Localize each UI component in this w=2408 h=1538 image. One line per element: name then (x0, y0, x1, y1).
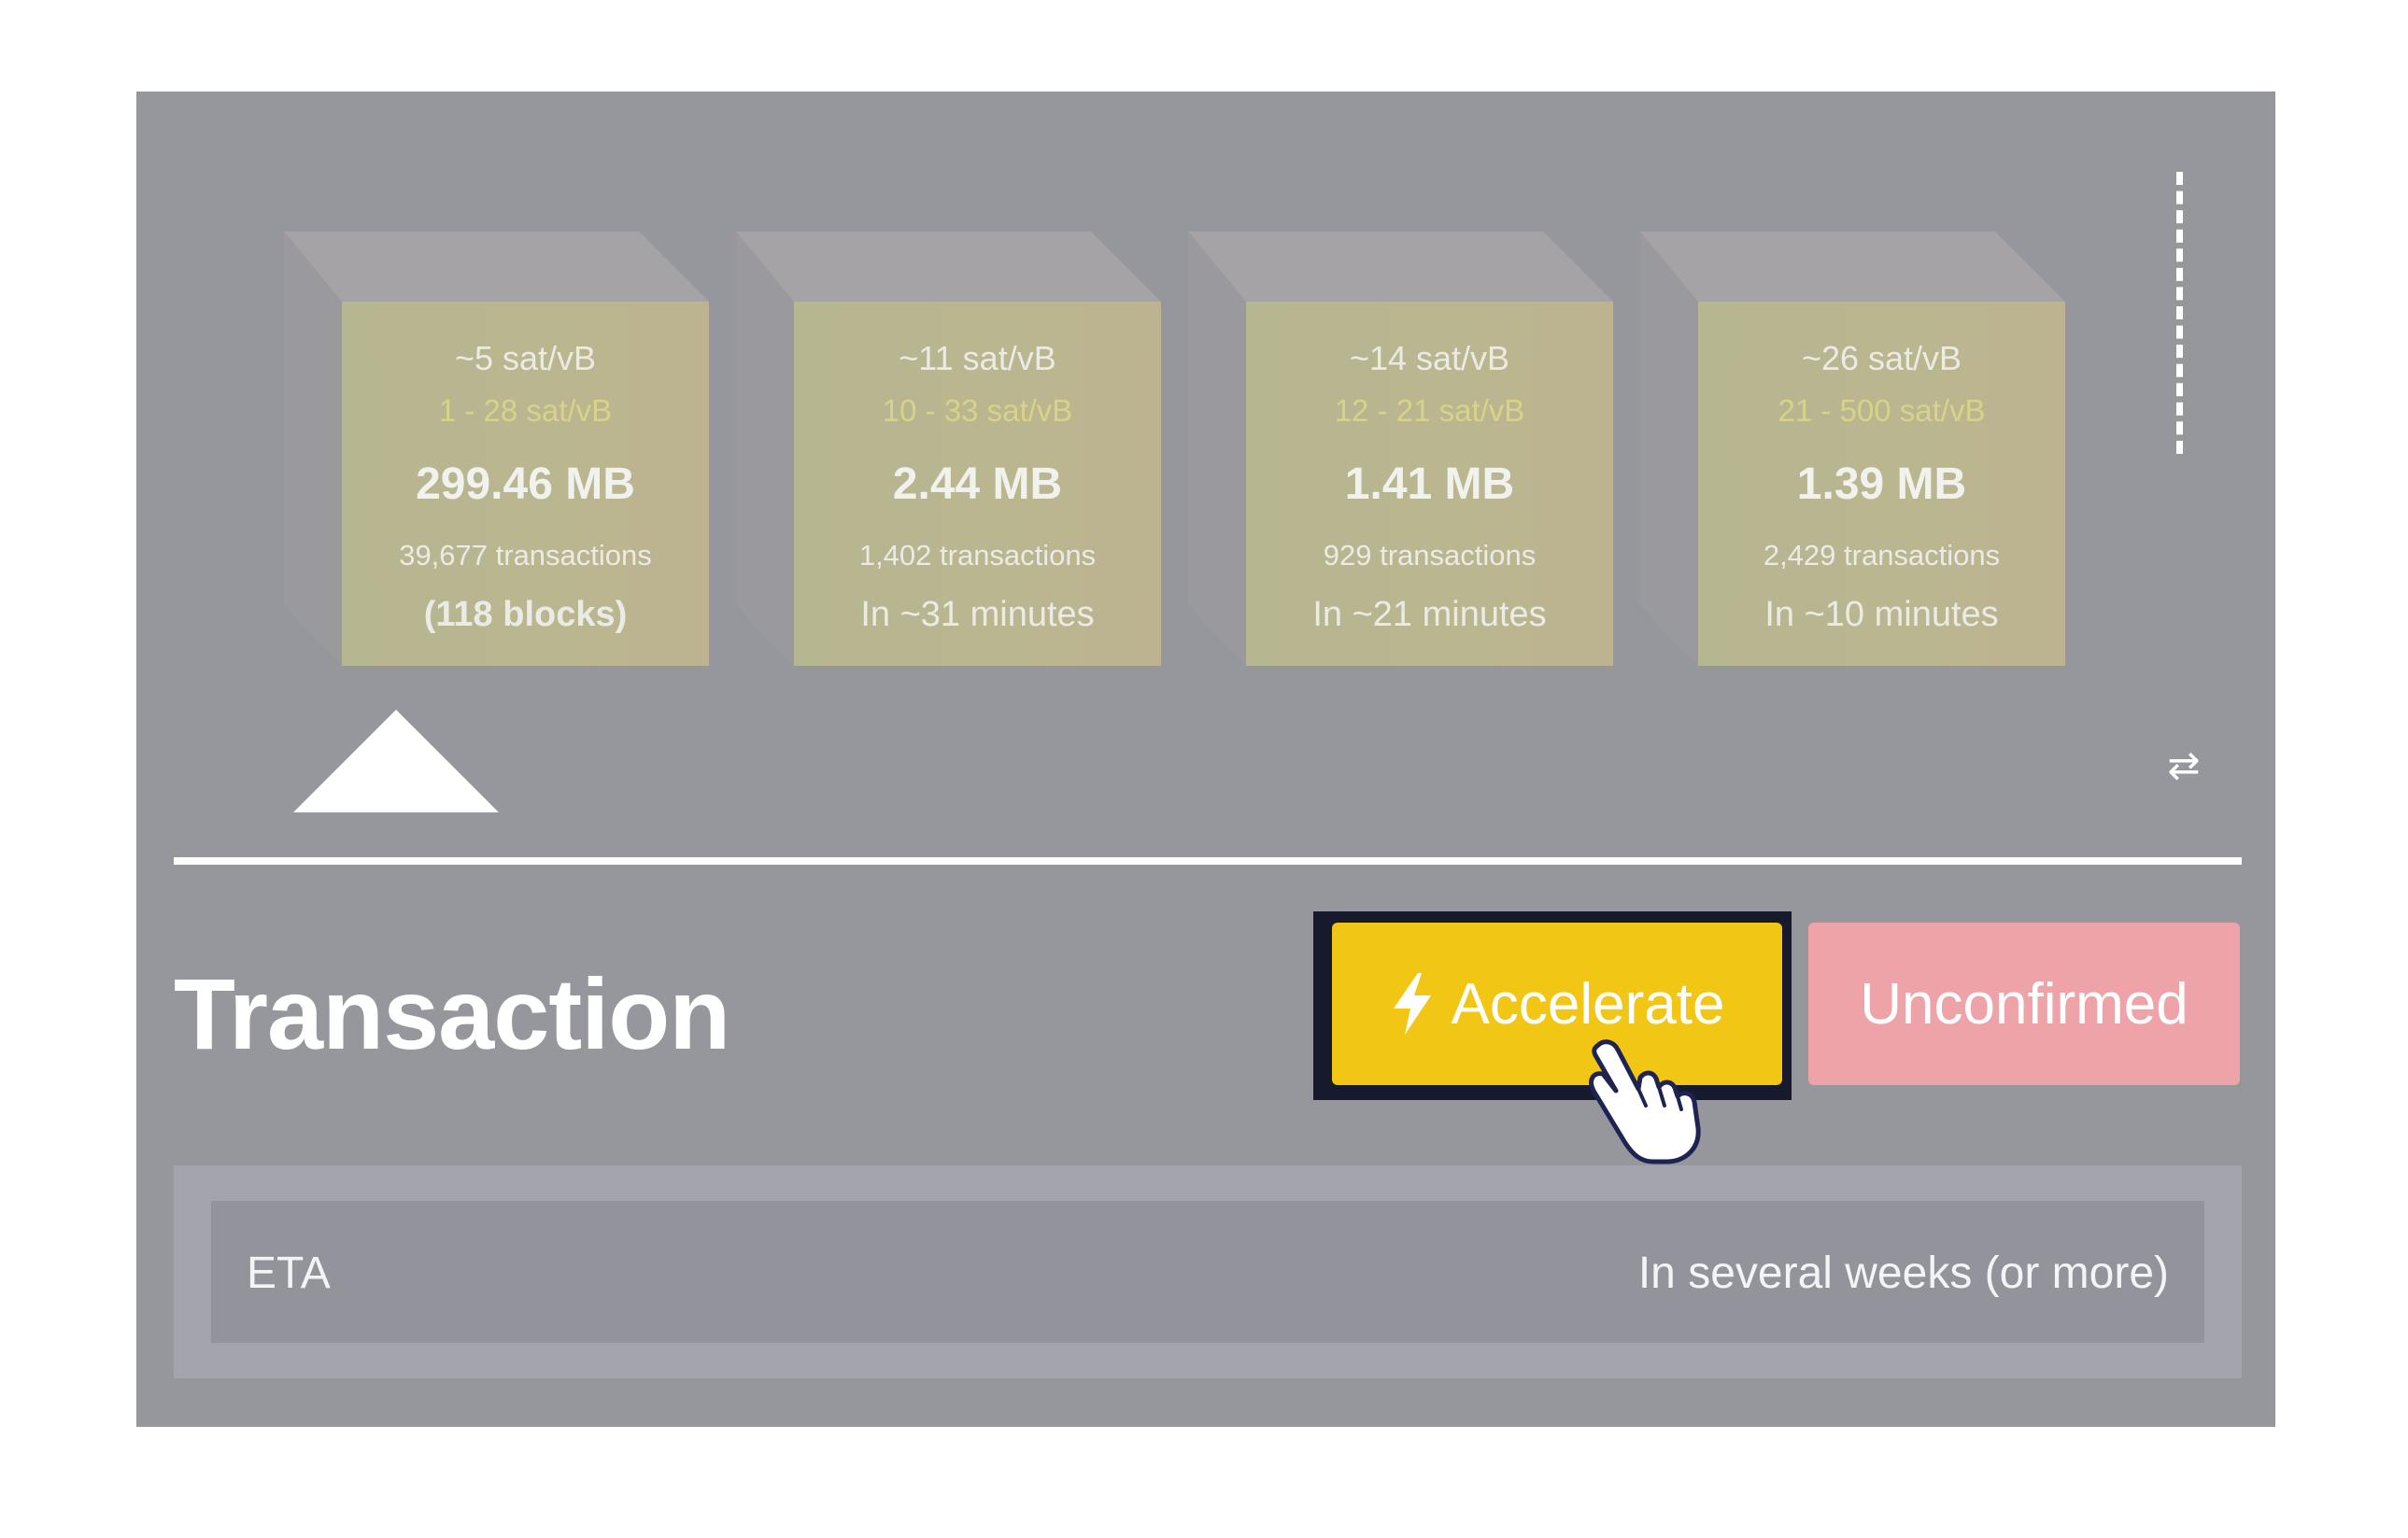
block-size: 2.44 MB (892, 459, 1063, 509)
block-transaction-count: 39,677 transactions (399, 539, 652, 571)
block-side-face (284, 232, 342, 666)
mempool-panel: ~5 sat/vB 1 - 28 sat/vB 299.46 MB 39,677… (136, 92, 2275, 1427)
block-eta: In ~10 minutes (1764, 595, 1999, 634)
mempool-block-2[interactable]: ~11 sat/vB 10 - 33 sat/vB 2.44 MB 1,402 … (736, 232, 1161, 666)
block-eta: In ~21 minutes (1312, 595, 1547, 634)
block-size: 1.41 MB (1344, 459, 1515, 509)
transaction-details-table: ETA In several weeks (or more) (174, 1165, 2242, 1378)
mempool-block-1[interactable]: ~5 sat/vB 1 - 28 sat/vB 299.46 MB 39,677… (284, 232, 709, 666)
block-side-face (1188, 232, 1246, 666)
block-size: 299.46 MB (416, 459, 635, 509)
block-top-face (284, 232, 709, 302)
block-median-fee: ~14 sat/vB (1349, 339, 1510, 377)
block-front-face: ~11 sat/vB 10 - 33 sat/vB 2.44 MB 1,402 … (794, 302, 1161, 666)
eta-label: ETA (247, 1249, 331, 1298)
block-top-face (1188, 232, 1613, 302)
block-fee-range: 21 - 500 sat/vB (1778, 393, 1986, 428)
block-top-face (1640, 232, 2065, 302)
mempool-block-4[interactable]: ~26 sat/vB 21 - 500 sat/vB 1.39 MB 2,429… (1640, 232, 2065, 666)
block-front-face: ~26 sat/vB 21 - 500 sat/vB 1.39 MB 2,429… (1698, 302, 2065, 666)
block-fee-range: 10 - 33 sat/vB (882, 393, 1073, 428)
block-fee-range: 1 - 28 sat/vB (438, 393, 613, 428)
block-front-face: ~14 sat/vB 12 - 21 sat/vB 1.41 MB 929 tr… (1246, 302, 1613, 666)
block-top-face (736, 232, 1161, 302)
block-transaction-count: 1,402 transactions (858, 539, 1097, 571)
eta-value: In several weeks (or more) (1637, 1249, 2169, 1298)
accelerate-label: Accelerate (1451, 971, 1725, 1037)
swap-arrows-icon[interactable]: ⇄ (2163, 745, 2204, 786)
hand-pointer-cursor-icon (1589, 1039, 1701, 1164)
status-badge: Unconfirmed (1808, 923, 2240, 1085)
block-front-face: ~5 sat/vB 1 - 28 sat/vB 299.46 MB 39,677… (342, 302, 709, 666)
mempool-block-3[interactable]: ~14 sat/vB 12 - 21 sat/vB 1.41 MB 929 tr… (1188, 232, 1613, 666)
lightning-bolt-icon (1393, 973, 1431, 1035)
block-eta: In ~31 minutes (860, 595, 1095, 634)
block-transaction-count: 2,429 transactions (1763, 539, 2001, 571)
block-median-fee: ~5 sat/vB (454, 339, 597, 377)
block-median-fee: ~11 sat/vB (899, 339, 1056, 377)
block-eta: (118 blocks) (423, 595, 628, 634)
block-side-face (1640, 232, 1698, 666)
block-fee-range: 12 - 21 sat/vB (1334, 393, 1525, 428)
block-median-fee: ~26 sat/vB (1801, 339, 1962, 377)
section-divider (174, 857, 2242, 865)
table-row-eta: ETA In several weeks (or more) (211, 1201, 2204, 1343)
mempool-divider-dashed (2176, 172, 2183, 454)
accelerate-button[interactable]: Accelerate (1332, 923, 1782, 1085)
block-side-face (736, 232, 794, 666)
selected-block-arrow (293, 710, 499, 812)
page-title: Transaction (174, 957, 730, 1070)
block-size: 1.39 MB (1796, 459, 1967, 509)
block-transaction-count: 929 transactions (1323, 539, 1537, 571)
